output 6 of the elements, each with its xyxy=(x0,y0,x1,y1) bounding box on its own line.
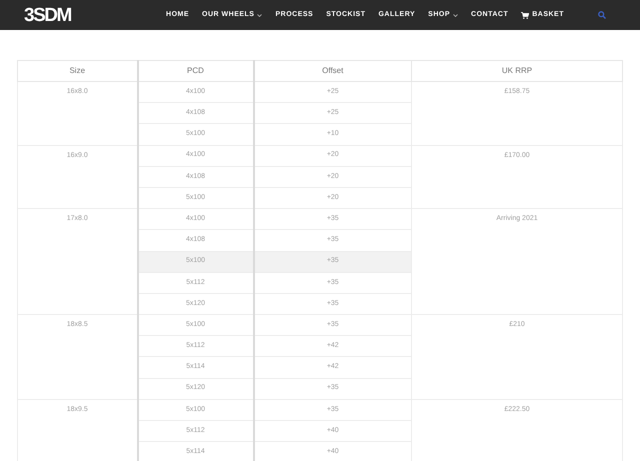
logo[interactable]: 3SDM xyxy=(24,6,71,24)
column-header: Offset xyxy=(254,60,412,82)
cart-icon xyxy=(521,12,530,18)
search-icon[interactable] xyxy=(598,11,606,19)
column-header: UK RRP xyxy=(412,60,622,82)
column-header: Size xyxy=(18,60,138,82)
